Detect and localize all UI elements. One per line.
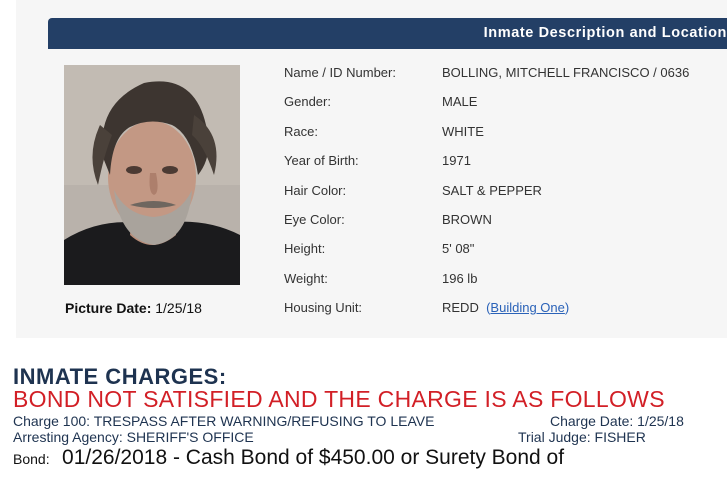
detail-value: MALE xyxy=(442,94,478,110)
detail-label: Weight: xyxy=(284,270,328,286)
housing-unit-code: REDD xyxy=(442,300,479,316)
arresting-agency: Arresting Agency: SHERIFF'S OFFICE xyxy=(13,429,254,445)
detail-value: BOLLING, MITCHELL FRANCISCO / 0636 xyxy=(442,65,690,80)
detail-label: Housing Unit: xyxy=(284,300,363,316)
paren-close: ) xyxy=(564,300,570,316)
building-link[interactable]: Building One xyxy=(490,300,564,315)
detail-value: SALT & PEPPER xyxy=(442,182,542,198)
detail-label: Eye Color: xyxy=(284,211,345,227)
bond-value: 01/26/2018 - Cash Bond of $450.00 or Sur… xyxy=(62,446,565,469)
detail-label: Race: xyxy=(284,123,318,139)
bond-label: Bond: xyxy=(13,451,50,467)
detail-value-housing: REDD (Building One) xyxy=(442,300,569,315)
picture-date-value: 1/25/18 xyxy=(155,300,202,316)
detail-label: Hair Color: xyxy=(284,182,347,198)
detail-value: BROWN xyxy=(442,211,492,227)
detail-label: Year of Birth: xyxy=(284,153,359,169)
trial-judge: Trial Judge: FISHER xyxy=(518,429,646,445)
detail-value: 1971 xyxy=(442,153,471,169)
detail-value: WHITE xyxy=(442,123,484,139)
section-header-bar: Inmate Description and Location xyxy=(48,18,727,49)
charge-description: Charge 100: TRESPASS AFTER WARNING/REFUS… xyxy=(13,413,435,429)
picture-date: Picture Date: 1/25/18 xyxy=(65,300,202,316)
detail-label: Height: xyxy=(284,241,326,257)
detail-label: Gender: xyxy=(284,94,331,110)
detail-value: 5' 08" xyxy=(442,241,475,257)
inmate-photo xyxy=(64,65,240,285)
detail-value: 196 lb xyxy=(442,270,478,286)
detail-label: Name / ID Number: xyxy=(284,65,396,80)
picture-date-label: Picture Date: xyxy=(65,300,152,316)
bond-status-text: BOND NOT SATISFIED AND THE CHARGE IS AS … xyxy=(13,386,665,412)
section-header-title: Inmate Description and Location xyxy=(483,25,727,41)
bond-line: Bond: 01/26/2018 - Cash Bond of $450.00 … xyxy=(13,446,564,470)
charge-date: Charge Date: 1/25/18 xyxy=(550,413,684,429)
